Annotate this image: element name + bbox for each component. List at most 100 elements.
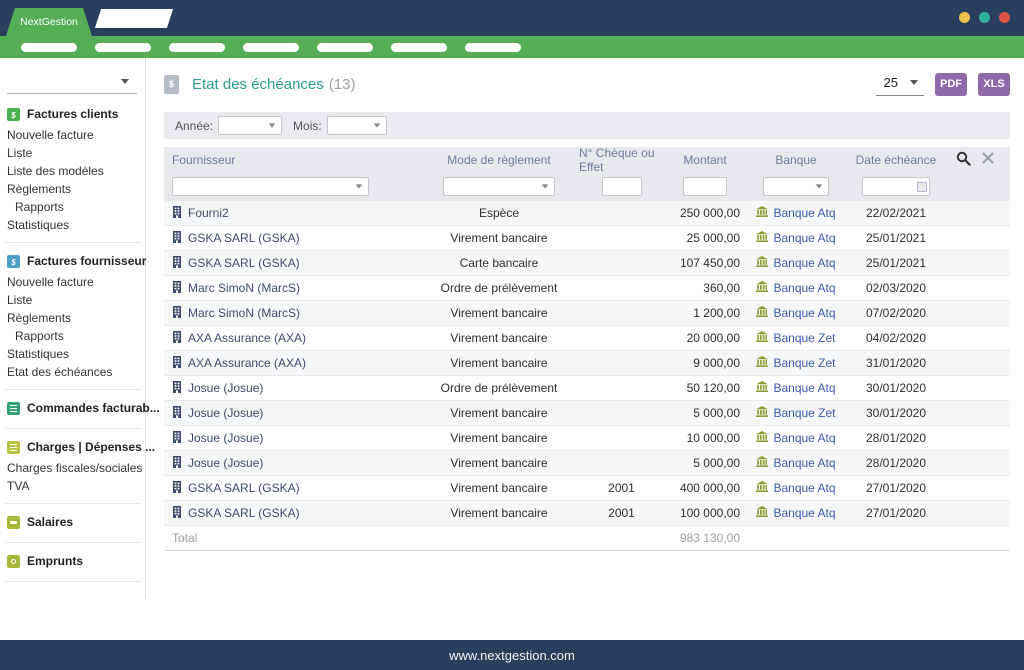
page-size-select[interactable]: 25 [876,72,924,96]
table-row[interactable]: Josue (Josue) Virement bancaire 5 000,00… [164,451,1010,476]
sidebar-item[interactable]: Nouvelle facture [5,273,141,291]
cell-fournisseur[interactable]: GSKA SARL (GSKA) [164,251,419,275]
cell-banque[interactable]: Banque Zet [746,351,846,375]
pdf-export-button[interactable]: PDF [935,73,967,96]
table-row[interactable]: Marc SimoN (MarcS) Ordre de prélèvement … [164,276,1010,301]
sidebar-section-header[interactable]: Emprunts [5,552,141,573]
table-row[interactable]: Josue (Josue) Ordre de prélèvement 50 12… [164,376,1010,401]
close-button[interactable] [999,12,1010,23]
cell-fournisseur[interactable]: Josue (Josue) [164,401,419,425]
cell-banque[interactable]: Banque Atq [746,501,846,525]
sidebar-section-header[interactable]: Commandes facturab... [5,399,141,420]
sidebar-section-header[interactable]: Factures fournisseur [5,252,141,273]
sidebar-item[interactable]: Nouvelle facture [5,126,141,144]
sidebar-item[interactable]: Liste [5,144,141,162]
building-icon [172,231,182,246]
sidebar-item[interactable]: Liste des modèles [5,162,141,180]
sidebar-company-select[interactable] [7,70,137,94]
table-row[interactable]: AXA Assurance (AXA) Virement bancaire 9 … [164,351,1010,376]
cell-banque[interactable]: Banque Atq [746,451,846,475]
sidebar-item[interactable]: Rapports [5,198,141,216]
cell-banque[interactable]: Banque Zet [746,401,846,425]
cell-banque[interactable]: Banque Atq [746,301,846,325]
top-navbar [0,36,1024,58]
annee-select[interactable] [218,116,282,135]
fournisseur-filter-select[interactable] [172,177,369,196]
sidebar-section-header[interactable]: Salaires [5,513,141,534]
sidebar-item[interactable]: Règlements [5,180,141,198]
table-row[interactable]: Josue (Josue) Virement bancaire 5 000,00… [164,401,1010,426]
minimize-button[interactable] [959,12,970,23]
nav-menu-pill[interactable] [21,43,77,52]
table-row[interactable]: Fourni2 Espèce 250 000,00 Banque Atq 22/… [164,201,1010,226]
mode-filter-select[interactable] [443,177,555,196]
cell-banque[interactable]: Banque Atq [746,376,846,400]
sidebar-item[interactable]: Rapports [5,327,141,345]
cell-fournisseur[interactable]: Marc SimoN (MarcS) [164,276,419,300]
table-row[interactable]: AXA Assurance (AXA) Virement bancaire 20… [164,326,1010,351]
cell-banque[interactable]: Banque Atq [746,476,846,500]
mois-select[interactable] [327,116,387,135]
cell-fournisseur[interactable]: GSKA SARL (GSKA) [164,226,419,250]
nav-menu-pill[interactable] [391,43,447,52]
table-row[interactable]: GSKA SARL (GSKA) Carte bancaire 107 450,… [164,251,1010,276]
col-header-montant[interactable]: Montant [664,147,746,172]
cell-date-echeance: 25/01/2021 [846,251,946,275]
cell-fournisseur[interactable]: Josue (Josue) [164,451,419,475]
sidebar-item[interactable]: Règlements [5,309,141,327]
cell-banque[interactable]: Banque Atq [746,276,846,300]
table-filter-row [164,172,1010,201]
sidebar-item[interactable]: Charges fiscales/sociales [5,459,141,477]
sidebar-item[interactable]: Liste [5,291,141,309]
banque-filter-select[interactable] [763,177,829,196]
cell-fournisseur[interactable]: Fourni2 [164,201,419,225]
cell-banque[interactable]: Banque Atq [746,226,846,250]
montant-filter-input[interactable] [683,177,727,196]
sidebar-item[interactable]: Statistiques [5,345,141,363]
cheque-filter-input[interactable] [602,177,642,196]
cell-banque[interactable]: Banque Atq [746,426,846,450]
brand-tab[interactable]: NextGestion [6,8,92,36]
cell-mode-reglement: Virement bancaire [419,351,579,375]
xls-export-button[interactable]: XLS [978,73,1010,96]
col-header-banque[interactable]: Banque [746,147,846,172]
nav-menu-pill[interactable] [243,43,299,52]
sidebar-section-header[interactable]: Charges | Dépenses ... [5,438,141,459]
cell-fournisseur[interactable]: Marc SimoN (MarcS) [164,301,419,325]
table-row[interactable]: Marc SimoN (MarcS) Virement bancaire 1 2… [164,301,1010,326]
cell-banque[interactable]: Banque Atq [746,251,846,275]
col-header-cheque[interactable]: N° Chèque ou Effet [579,147,664,172]
cell-fournisseur[interactable]: Josue (Josue) [164,426,419,450]
date-filter-input[interactable] [862,177,930,196]
cell-fournisseur[interactable]: GSKA SARL (GSKA) [164,476,419,500]
sidebar-item[interactable]: TVA [5,477,141,495]
cell-numero-cheque [579,251,664,275]
fournisseur-name: GSKA SARL (GSKA) [188,481,300,495]
search-icon[interactable] [956,151,971,169]
nav-menu-pill[interactable] [169,43,225,52]
sidebar-item[interactable]: Etat des échéances [5,363,141,381]
nav-menu-pill[interactable] [95,43,151,52]
cell-banque[interactable]: Banque Atq [746,201,846,225]
cell-fournisseur[interactable]: AXA Assurance (AXA) [164,326,419,350]
tab-placeholder[interactable] [95,9,173,28]
table-row[interactable]: GSKA SARL (GSKA) Virement bancaire 25 00… [164,226,1010,251]
col-header-fournisseur[interactable]: Fournisseur [164,147,419,172]
sidebar-item[interactable]: Statistiques [5,216,141,234]
nav-menu-pill[interactable] [465,43,521,52]
cell-fournisseur[interactable]: GSKA SARL (GSKA) [164,501,419,525]
sidebar-section-header[interactable]: Factures clients [5,105,141,126]
cell-fournisseur[interactable]: AXA Assurance (AXA) [164,351,419,375]
window-controls [959,12,1010,23]
maximize-button[interactable] [979,12,990,23]
nav-menu-pill[interactable] [317,43,373,52]
brand-logo-text: NextGestion [20,16,78,28]
cell-fournisseur[interactable]: Josue (Josue) [164,376,419,400]
table-row[interactable]: Josue (Josue) Virement bancaire 10 000,0… [164,426,1010,451]
table-row[interactable]: GSKA SARL (GSKA) Virement bancaire 2001 … [164,501,1010,526]
col-header-date[interactable]: Date échéance [846,147,946,172]
clear-filter-icon[interactable] [982,152,994,167]
col-header-mode[interactable]: Mode de règlement [419,147,579,172]
cell-banque[interactable]: Banque Zet [746,326,846,350]
table-row[interactable]: GSKA SARL (GSKA) Virement bancaire 2001 … [164,476,1010,501]
